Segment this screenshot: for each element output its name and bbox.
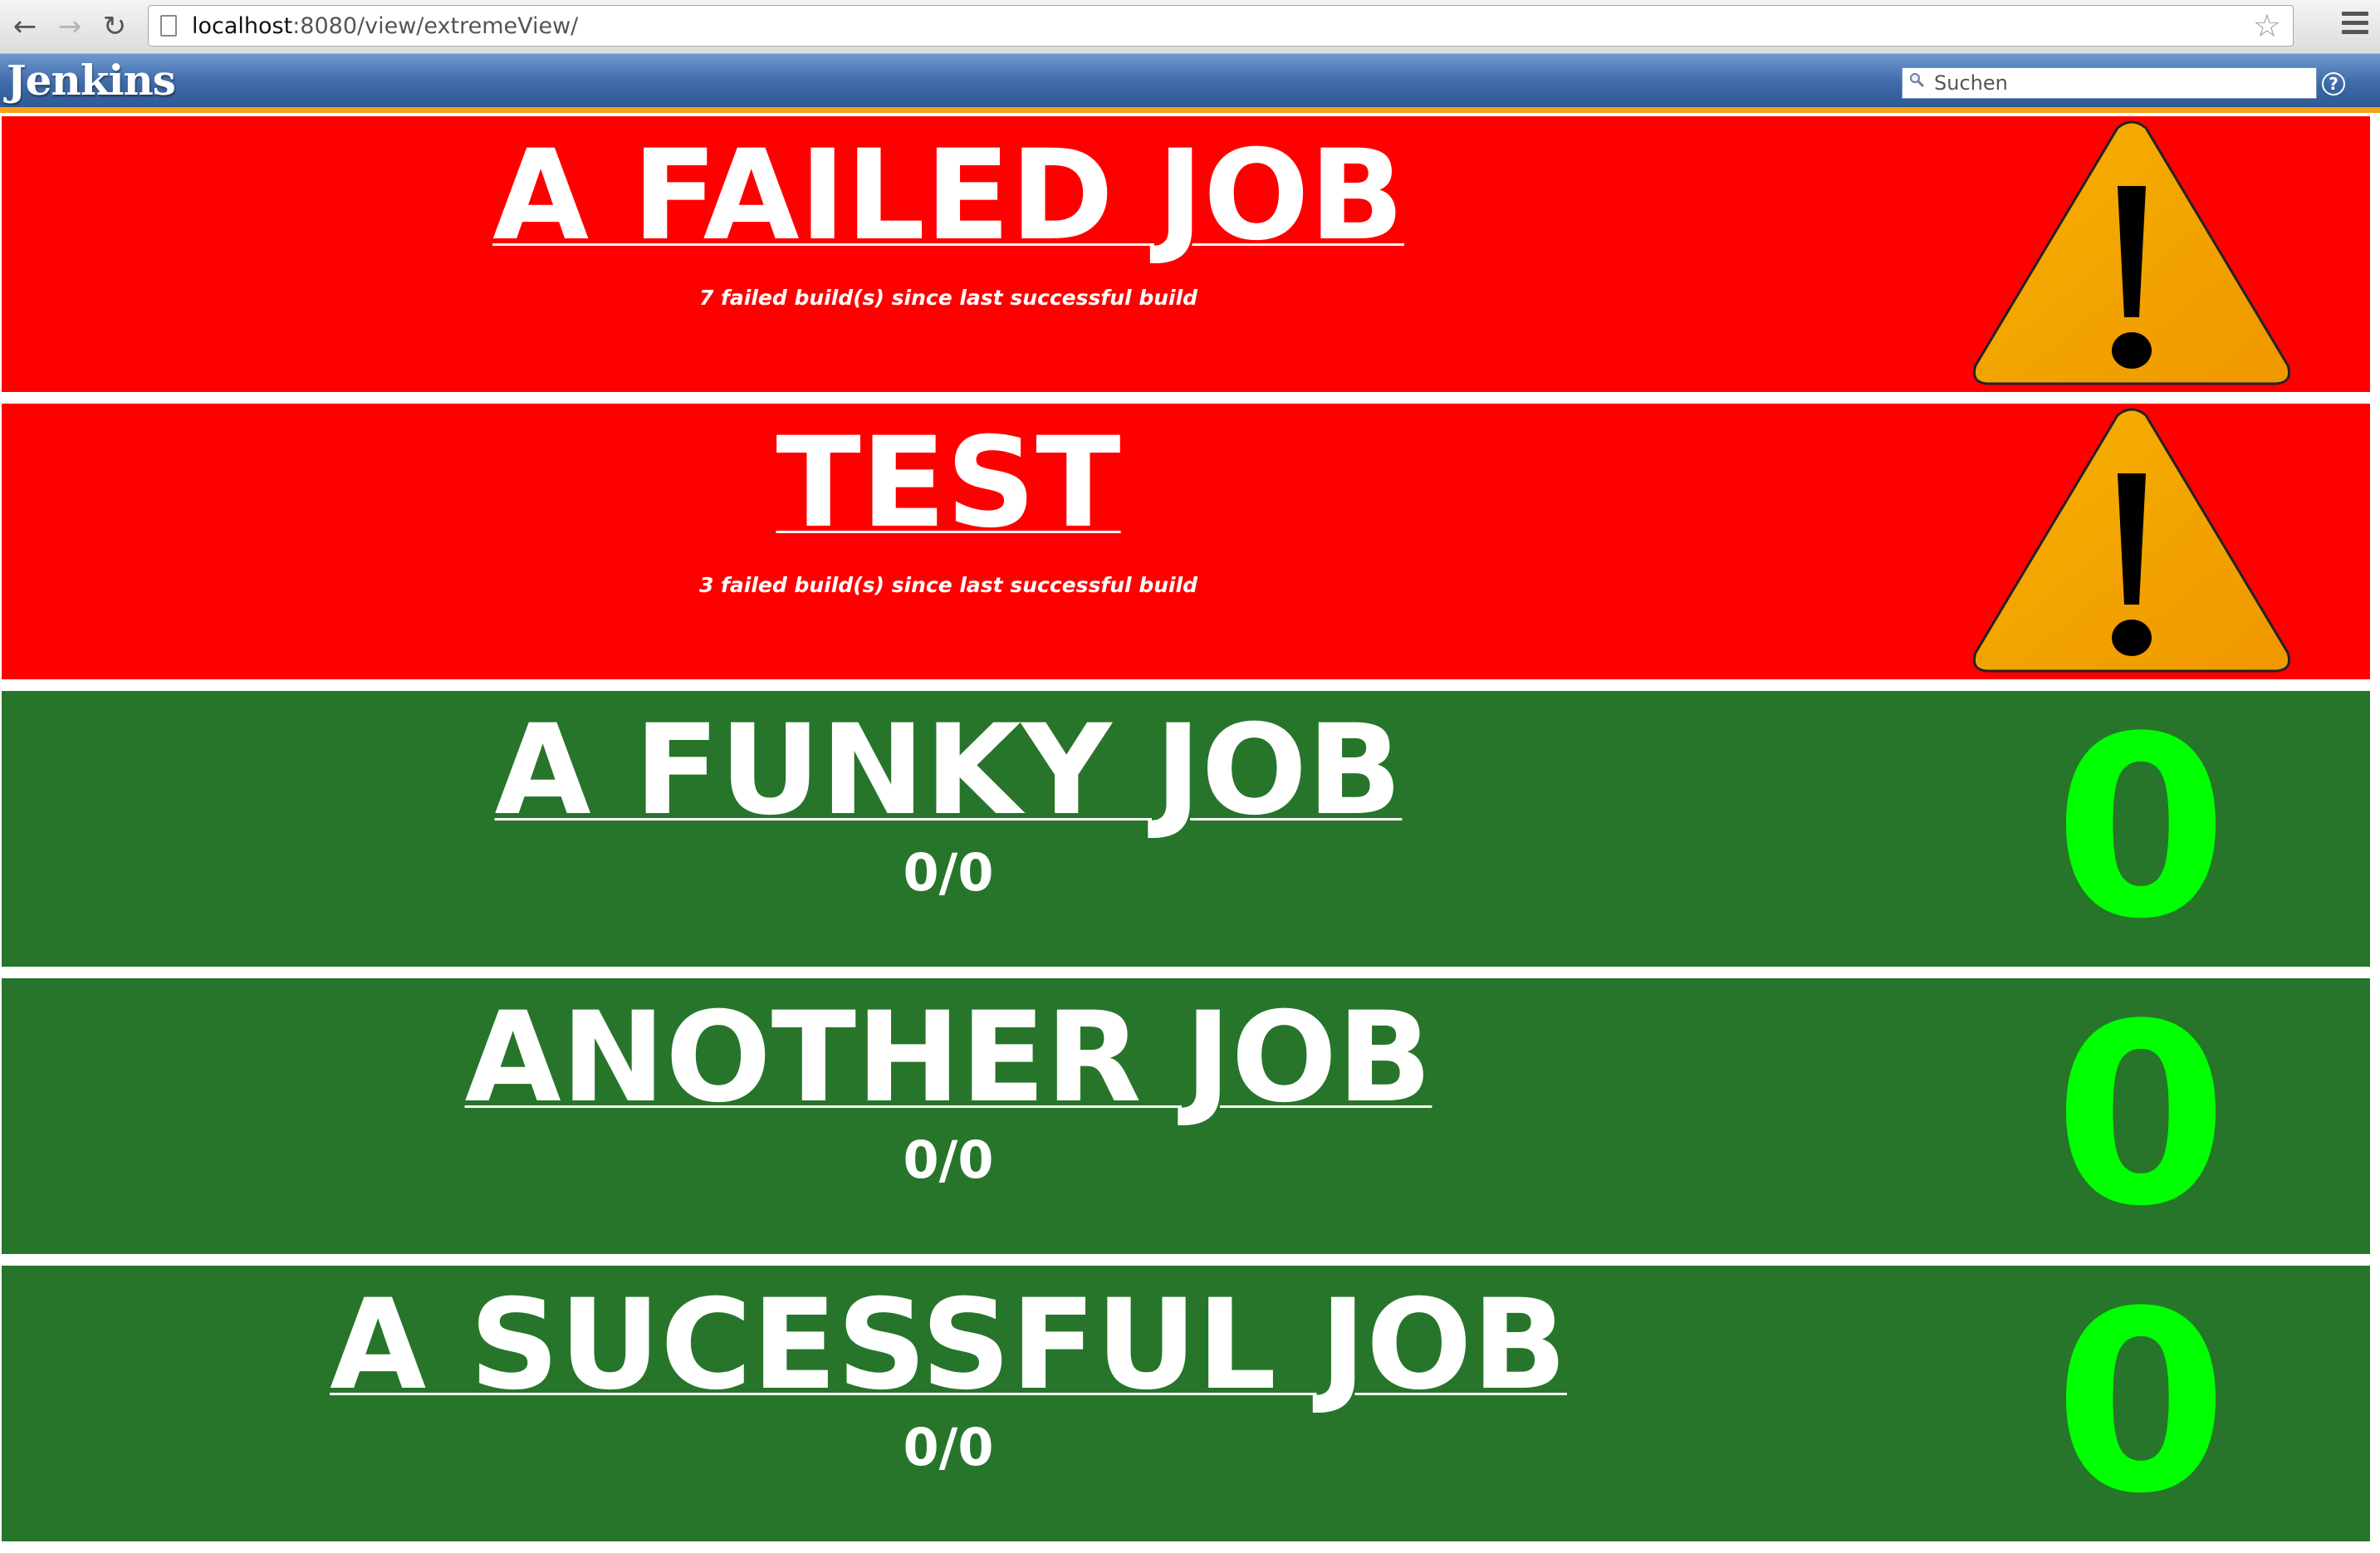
job-name-link[interactable]: A FAILED JOB [492,126,1404,266]
page-icon [160,15,177,37]
forward-icon[interactable]: → [51,8,88,45]
job-row-another-job: ANOTHER JOB 0/0 0 [2,978,2370,1254]
url-path: :8080/view/extremeView/ [292,13,579,39]
job-list: A FAILED JOB 7 failed build(s) since las… [0,116,2380,1553]
url-host: localhost [192,13,293,39]
warning-icon [1972,408,2291,673]
search-icon [1910,73,1924,87]
job-info: A SUCESSFUL JOB 0/0 [2,1266,1895,1541]
address-url[interactable]: localhost:8080/view/extremeView/ [192,12,578,41]
job-count: 0 [2054,691,2228,967]
browser-toolbar: ← → ↻ localhost:8080/view/extremeView/ ☆ [0,0,2380,54]
bookmark-star-icon[interactable]: ☆ [2253,8,2281,43]
job-status-area: 0 [1912,691,2370,967]
job-status-area [1912,116,2370,392]
job-count: 0 [2054,1266,2228,1541]
warning-icon [1972,120,2291,385]
job-name-link[interactable]: TEST [776,414,1120,553]
job-row-test: TEST 3 failed build(s) since last succes… [2,404,2370,679]
back-icon[interactable]: ← [7,8,43,45]
job-info: ANOTHER JOB 0/0 [2,978,1895,1254]
job-name-link[interactable]: A FUNKY JOB [495,701,1403,840]
job-status-area [1912,404,2370,679]
search-box[interactable] [1902,67,2317,99]
job-info: TEST 3 failed build(s) since last succes… [2,404,1895,679]
job-row-a-funky-job: A FUNKY JOB 0/0 0 [2,691,2370,967]
job-failure-detail: 7 failed build(s) since last successful … [698,286,1198,310]
jenkins-logo[interactable]: Jenkins [7,57,176,104]
browser-menu-icon[interactable] [2342,12,2368,42]
jenkins-header: Jenkins ? [0,54,2380,113]
job-status-area: 0 [1912,978,2370,1254]
job-name-link[interactable]: A SUCESSFUL JOB [330,1276,1567,1415]
job-name-link[interactable]: ANOTHER JOB [465,988,1432,1128]
job-test-ratio: 0/0 [903,842,994,903]
job-status-area: 0 [1912,1266,2370,1541]
job-row-a-failed-job: A FAILED JOB 7 failed build(s) since las… [2,116,2370,392]
job-info: A FAILED JOB 7 failed build(s) since las… [2,116,1895,392]
job-row-a-sucessful-job: A SUCESSFUL JOB 0/0 0 [2,1266,2370,1541]
job-test-ratio: 0/0 [903,1417,994,1477]
job-count: 0 [2054,978,2228,1254]
job-test-ratio: 0/0 [903,1129,994,1190]
reload-icon[interactable]: ↻ [96,8,133,45]
job-failure-detail: 3 failed build(s) since last successful … [698,573,1198,597]
job-info: A FUNKY JOB 0/0 [2,691,1895,967]
address-bar[interactable]: localhost:8080/view/extremeView/ ☆ [148,5,2294,47]
help-icon[interactable]: ? [2322,72,2345,96]
search-input[interactable] [1934,70,2308,96]
